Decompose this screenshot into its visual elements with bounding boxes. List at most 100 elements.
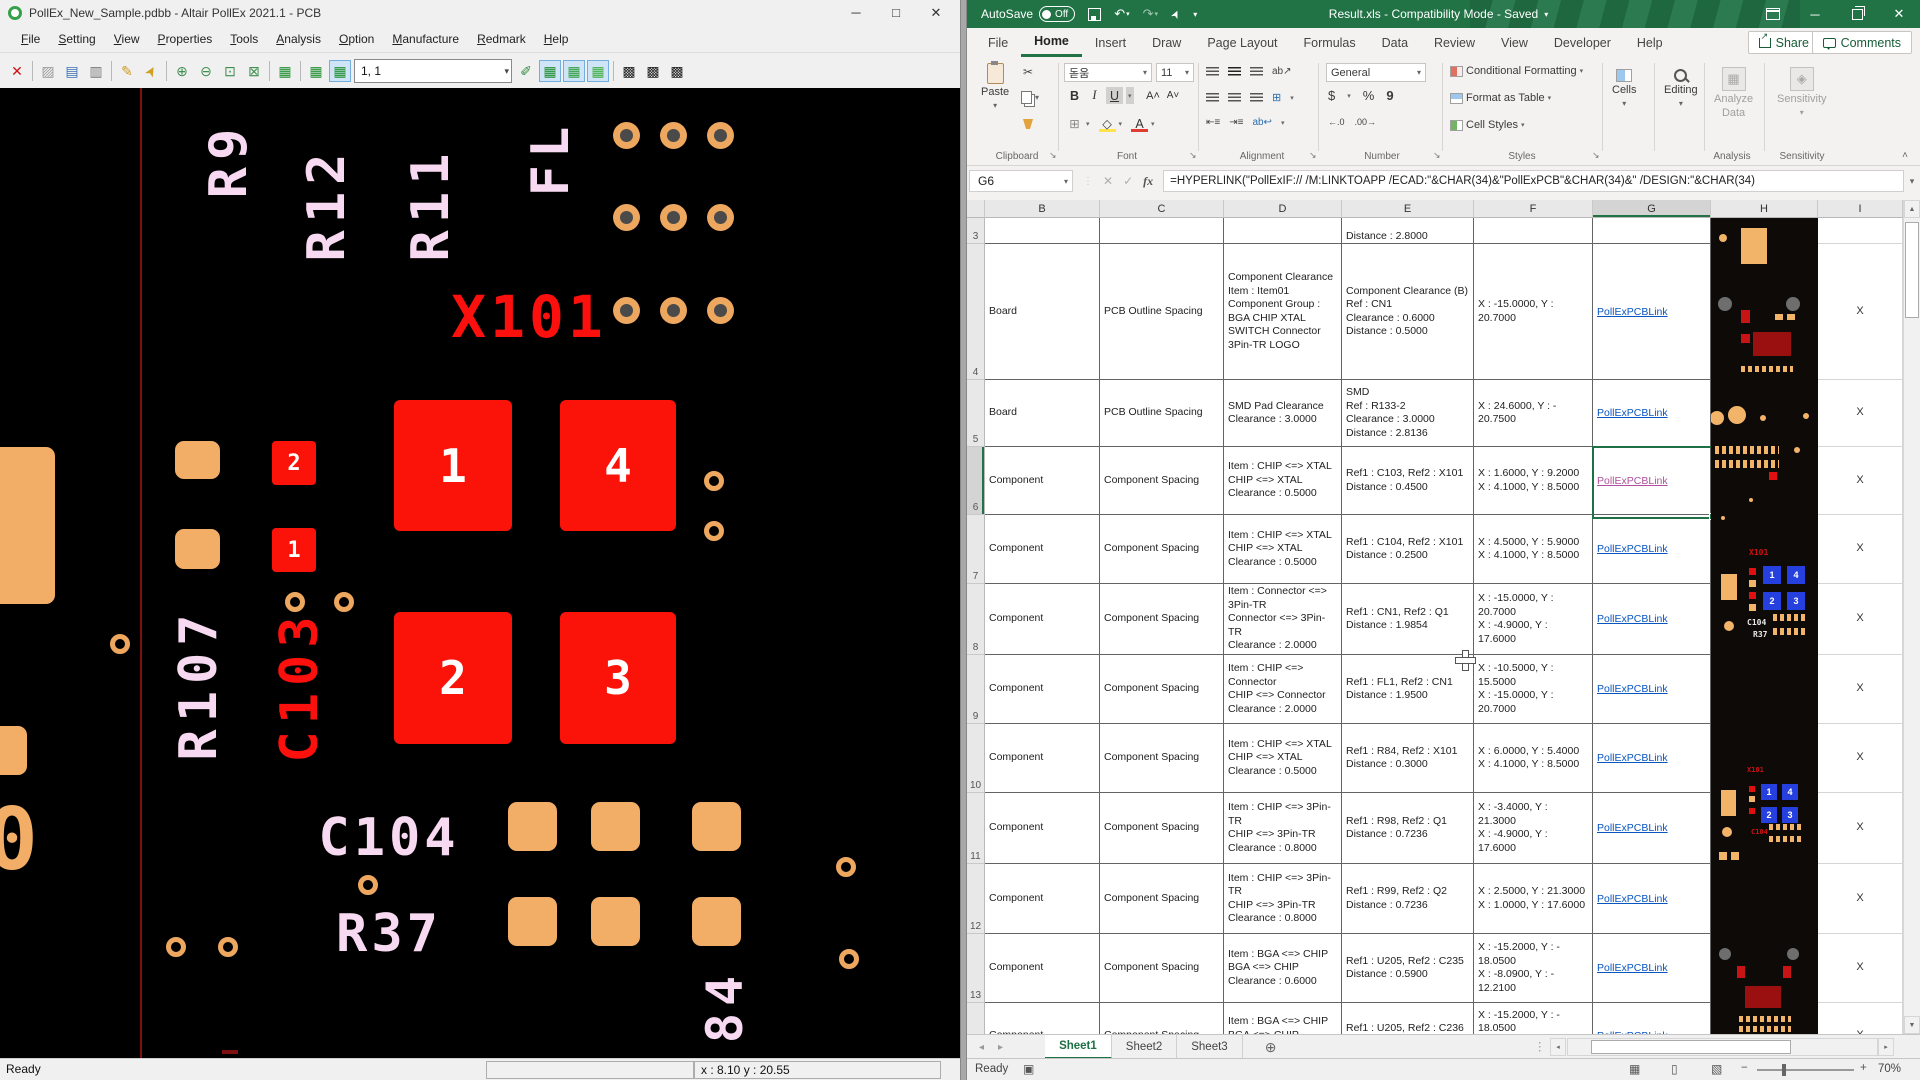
layer-select-icon[interactable]: ✐ <box>515 60 537 82</box>
fill-color-button[interactable]: ◇ <box>1099 115 1116 132</box>
sheet-tab-sheet3[interactable]: Sheet3 <box>1177 1035 1242 1059</box>
percent-button[interactable]: % <box>1363 88 1375 103</box>
zoom-in-icon[interactable]: + <box>1860 1062 1867 1074</box>
align-left-button[interactable] <box>1206 93 1219 102</box>
row-header-3[interactable]: 3 <box>967 218 985 244</box>
cell-C14[interactable]: Component Spacing <box>1100 1003 1224 1034</box>
cell-I11[interactable]: X <box>1818 793 1903 864</box>
cell-F5[interactable]: X : 24.6000, Y : -20.7500 <box>1474 380 1593 447</box>
align-center-button[interactable] <box>1228 93 1241 102</box>
row-header-14[interactable]: 14 <box>967 1003 985 1034</box>
menu-redmark[interactable]: Redmark <box>468 32 535 46</box>
column-header-I[interactable]: I <box>1818 200 1903 218</box>
cell-C6[interactable]: Component Spacing <box>1100 447 1224 515</box>
borders-button[interactable]: ⊞ <box>1066 115 1083 132</box>
cell-styles-button[interactable]: Cell Styles▾ <box>1450 119 1524 131</box>
cell-B8[interactable]: Component <box>985 584 1100 655</box>
zoom-in-icon[interactable]: ⊕ <box>171 60 193 82</box>
sheet-prev-icon[interactable]: ◂ <box>979 1042 984 1053</box>
cell-F3[interactable] <box>1474 218 1593 244</box>
cell-I4[interactable]: X <box>1818 244 1903 380</box>
sheet-tab-sheet2[interactable]: Sheet2 <box>1112 1035 1177 1059</box>
minimize-button[interactable]: ─ <box>1794 0 1836 28</box>
cell-C5[interactable]: PCB Outline Spacing <box>1100 380 1224 447</box>
column-header-G[interactable]: G <box>1593 200 1711 218</box>
cell-C8[interactable]: Component Spacing <box>1100 584 1224 655</box>
cell-I3[interactable] <box>1818 218 1903 244</box>
cell-E11[interactable]: Ref1 : R98, Ref2 : Q1Distance : 0.7236 <box>1342 793 1474 864</box>
normal-view-icon[interactable]: ▦ <box>1629 1062 1640 1076</box>
cancel-formula-button[interactable]: ✕ <box>1103 174 1113 188</box>
cell-D7[interactable]: Item : CHIP <=> XTALCHIP <=> XTALClearan… <box>1224 515 1342 584</box>
underline-button[interactable]: U <box>1106 87 1123 104</box>
cell-I6[interactable]: X <box>1818 447 1903 515</box>
cell-E3[interactable]: Distance : 2.8000 <box>1342 218 1474 244</box>
format-as-table-button[interactable]: Format as Table▾ <box>1450 92 1551 104</box>
increase-indent-button[interactable]: ⇥≡ <box>1229 117 1243 128</box>
redo-button[interactable]: ↷▾ <box>1143 6 1158 22</box>
tab-developer[interactable]: Developer <box>1541 28 1624 57</box>
qat-customize-icon[interactable]: ▾ <box>1193 10 1197 19</box>
ribbon-display-options-button[interactable] <box>1752 0 1794 28</box>
row-header-7[interactable]: 7 <box>967 515 985 584</box>
cell-F4[interactable]: X : -15.0000, Y :20.7000 <box>1474 244 1593 380</box>
cell-F13[interactable]: X : -15.2000, Y : -18.0500X : -8.0900, Y… <box>1474 934 1593 1003</box>
formula-input[interactable]: =HYPERLINK("PollExIF:// /M:LINKTOAPP /EC… <box>1163 170 1904 192</box>
page-layout-view-icon[interactable]: ▯ <box>1671 1062 1678 1076</box>
cell-C4[interactable]: PCB Outline Spacing <box>1100 244 1224 380</box>
cell-B9[interactable]: Component <box>985 655 1100 724</box>
cell-D3[interactable] <box>1224 218 1342 244</box>
cell-F14[interactable]: X : -15.2000, Y : -18.0500X : -10.1000, … <box>1474 1003 1593 1034</box>
part-color-icon[interactable]: ▦ <box>563 60 585 82</box>
tab-insert[interactable]: Insert <box>1082 28 1139 57</box>
layer-combo[interactable]: 1, 1▾ <box>354 59 512 83</box>
decrease-decimal-button[interactable]: .00→ <box>1355 117 1377 127</box>
format-painter-button[interactable] <box>1023 119 1033 129</box>
menu-option[interactable]: Option <box>330 32 383 46</box>
cell-E9[interactable]: Ref1 : FL1, Ref2 : CN1Distance : 1.9500 <box>1342 655 1474 724</box>
tab-page-layout[interactable]: Page Layout <box>1194 28 1290 57</box>
styles-dialog-launcher[interactable]: ↘ <box>1592 150 1600 161</box>
column-header-E[interactable]: E <box>1342 200 1474 218</box>
cell-F9[interactable]: X : -10.5000, Y :15.5000X : -15.0000, Y … <box>1474 655 1593 724</box>
tab-data[interactable]: Data <box>1369 28 1421 57</box>
cell-D11[interactable]: Item : CHIP <=> 3Pin-TRCHIP <=> 3Pin-TRC… <box>1224 793 1342 864</box>
tab-home[interactable]: Home <box>1021 28 1082 57</box>
bottom-view-icon[interactable]: ▦ <box>329 60 351 82</box>
new-sheet-button[interactable]: ⊕ <box>1243 1035 1299 1059</box>
cell-C12[interactable]: Component Spacing <box>1100 864 1224 934</box>
cell-F8[interactable]: X : -15.0000, Y :20.7000X : -4.9000, Y :… <box>1474 584 1593 655</box>
cell-G10[interactable]: PollExPCBLink <box>1593 724 1711 793</box>
collapse-ribbon-icon[interactable]: ˄ <box>1902 150 1908 161</box>
cell-B10[interactable]: Component <box>985 724 1100 793</box>
pollex-pcb-link[interactable]: PollExPCBLink <box>1597 613 1710 625</box>
pcb-canvas[interactable]: R9R12R11FLR107C10384X101C104R370142321 <box>0 88 960 1058</box>
row-header-12[interactable]: 12 <box>967 864 985 934</box>
column-header-F[interactable]: F <box>1474 200 1593 218</box>
pollex-pcb-link[interactable]: PollExPCBLink <box>1597 893 1710 905</box>
macro-record-icon[interactable]: ▣ <box>1023 1062 1034 1076</box>
name-box[interactable]: G6▾ <box>969 170 1073 192</box>
cell-C3[interactable] <box>1100 218 1224 244</box>
cell-C11[interactable]: Component Spacing <box>1100 793 1224 864</box>
cell-G12[interactable]: PollExPCBLink <box>1593 864 1711 934</box>
select-icon[interactable]: ➤ <box>140 60 162 82</box>
cell-D9[interactable]: Item : CHIP <=>ConnectorCHIP <=> Connect… <box>1224 655 1342 724</box>
tab-view[interactable]: View <box>1488 28 1541 57</box>
pollex-pcb-link[interactable]: PollExPCBLink <box>1597 543 1710 555</box>
dark-view2-icon[interactable]: ▩ <box>642 60 664 82</box>
font-name-combo[interactable]: 돋움▾ <box>1064 63 1152 82</box>
zoom-out-icon[interactable]: − <box>1741 1062 1748 1074</box>
cell-D6[interactable]: Item : CHIP <=> XTALCHIP <=> XTALClearan… <box>1224 447 1342 515</box>
align-top-button[interactable] <box>1206 67 1219 76</box>
close-button[interactable]: ✕ <box>1878 0 1920 28</box>
zoom-slider-thumb[interactable] <box>1782 1064 1786 1076</box>
formula-bar-expand-icon[interactable]: ▾ <box>1904 176 1920 187</box>
vertical-scrollbar[interactable]: ▲ ▼ <box>1903 200 1920 1034</box>
alignment-dialog-launcher[interactable]: ↘ <box>1309 150 1317 161</box>
window-splitter[interactable] <box>960 0 967 1080</box>
row-header-13[interactable]: 13 <box>967 934 985 1003</box>
cell-D5[interactable]: SMD Pad ClearanceClearance : 3.0000 <box>1224 380 1342 447</box>
menu-file[interactable]: File <box>12 32 49 46</box>
vertical-scroll-thumb[interactable] <box>1905 222 1919 318</box>
